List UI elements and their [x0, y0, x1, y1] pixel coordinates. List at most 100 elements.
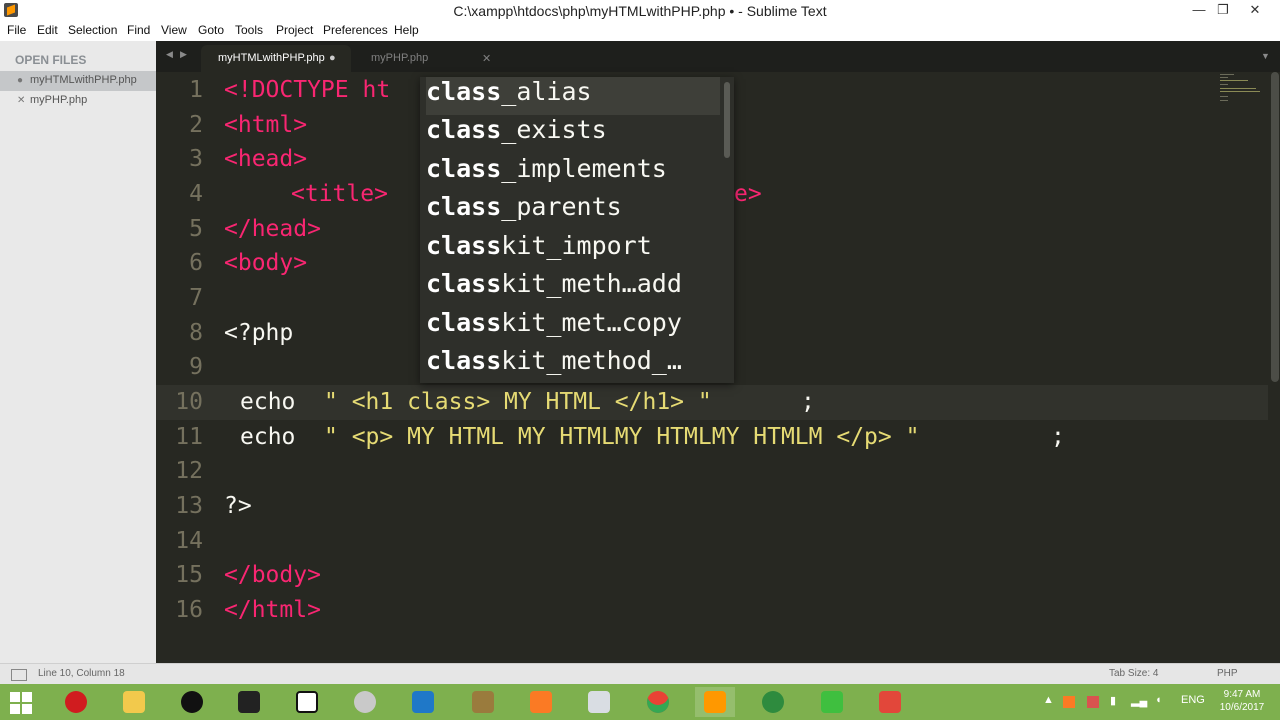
menu-view[interactable]: View [161, 23, 187, 37]
sidebar: OPEN FILES ● myHTMLwithPHP.php ✕ myPHP.p… [0, 41, 157, 663]
tab-prev-icon[interactable]: ◀ [166, 49, 173, 60]
language-indicator[interactable]: ENG [1181, 694, 1205, 706]
maximize-button[interactable]: ❐ [1208, 1, 1238, 19]
modified-dot-icon: ● [17, 75, 24, 86]
line-number: 10 [175, 389, 203, 415]
code-line-1: <!DOCTYPE ht [224, 77, 391, 103]
code-line-11-keyword: echo [240, 424, 310, 450]
xampp-tray-icon[interactable] [1063, 696, 1075, 708]
menu-selection[interactable]: Selection [68, 23, 117, 37]
github-icon[interactable] [172, 687, 212, 717]
autocomplete-scrollbar[interactable] [724, 82, 730, 158]
sidebar-item-myhtmlwithphp[interactable]: ● myHTMLwithPHP.php [0, 71, 156, 91]
outlook-icon[interactable] [403, 687, 443, 717]
tab-label: myPHP.php [371, 52, 429, 64]
open-files-header: OPEN FILES [15, 53, 87, 67]
tab-size-indicator[interactable]: Tab Size: 4 [1109, 668, 1158, 679]
line-number: 16 [175, 597, 203, 623]
code-line-4-end: e> [734, 181, 762, 207]
line-number: 14 [175, 528, 203, 554]
tab-dropdown-icon[interactable]: ▼ [1261, 51, 1270, 61]
internet-download-icon[interactable] [753, 687, 793, 717]
line-number-gutter: 1 2 3 4 5 6 7 8 9 10 11 12 13 14 15 16 [156, 72, 216, 663]
line-number: 8 [189, 320, 203, 346]
code-line-5: </head> [224, 216, 321, 242]
autocomplete-item[interactable]: classkit_method_… [426, 346, 720, 384]
autocomplete-item[interactable]: classkit_met…copy [426, 308, 720, 346]
clock-time: 9:47 AM [1223, 689, 1261, 700]
opera-icon[interactable] [56, 687, 96, 717]
minimap-line [1220, 91, 1260, 92]
windows-start-icon[interactable] [10, 692, 32, 714]
camtasia-icon[interactable] [812, 687, 852, 717]
sidebar-item-label: myHTMLwithPHP.php [30, 74, 137, 86]
menu-find[interactable]: Find [127, 23, 150, 37]
vertical-scrollbar[interactable] [1271, 72, 1279, 382]
brackets-icon[interactable] [870, 687, 910, 717]
code-line-6: <body> [224, 250, 308, 276]
panel-toggle-icon[interactable] [11, 669, 27, 681]
xampp-icon[interactable] [521, 687, 561, 717]
line-number: 6 [189, 250, 203, 276]
menu-preferences[interactable]: Preferences [323, 23, 388, 37]
code-line-15: </body> [224, 562, 321, 588]
tray-expand-icon[interactable]: ▲ [1043, 694, 1054, 706]
menu-help[interactable]: Help [394, 23, 419, 37]
archive-icon[interactable] [463, 687, 503, 717]
code-line-2: <html> [224, 112, 308, 138]
syntax-indicator[interactable]: PHP [1217, 668, 1238, 679]
media-icon[interactable] [579, 687, 619, 717]
minimap-line [1220, 84, 1228, 85]
line-number: 11 [175, 424, 203, 450]
network-icon[interactable]: ▮ [1110, 694, 1116, 707]
tab-close-icon[interactable]: ✕ [482, 52, 491, 65]
close-button[interactable]: ✕ [1240, 1, 1270, 19]
cursor-position: Line 10, Column 18 [38, 668, 125, 679]
autocomplete-item[interactable]: class_alias [426, 77, 720, 115]
autocomplete-item[interactable]: class_implements [426, 154, 720, 192]
menu-file[interactable]: File [7, 23, 26, 37]
minimap[interactable] [1218, 72, 1268, 663]
line-number: 7 [189, 285, 203, 311]
intellij-icon[interactable] [229, 687, 269, 717]
autocomplete-item[interactable]: classkit_meth…add [426, 269, 720, 307]
autocomplete-item[interactable]: class_parents [426, 192, 720, 230]
line-number: 4 [189, 181, 203, 207]
code-line-10-semicolon: ; [801, 389, 815, 415]
close-file-icon[interactable]: ✕ [17, 95, 25, 106]
jetbrains-icon[interactable] [287, 687, 327, 717]
sidebar-item-myphp[interactable]: ✕ myPHP.php [0, 91, 156, 111]
autocomplete-item[interactable]: class_exists [426, 115, 720, 153]
signal-icon[interactable]: ▂▄ [1131, 694, 1147, 707]
code-line-10-string: " <h1 class> MY HTML </h1> " [324, 389, 712, 415]
menu-tools[interactable]: Tools [235, 23, 263, 37]
modified-dot-icon[interactable]: ● [329, 52, 336, 64]
tab-myhtmlwithphp[interactable]: myHTMLwithPHP.php ● [201, 45, 351, 72]
menu-project[interactable]: Project [276, 23, 313, 37]
autocomplete-item[interactable]: classkit_import [426, 231, 720, 269]
file-explorer-icon[interactable] [114, 687, 154, 717]
tab-label: myHTMLwithPHP.php [218, 52, 325, 64]
line-number: 12 [175, 458, 203, 484]
chrome-icon[interactable] [638, 687, 678, 717]
title-bar: C:\xampp\htdocs\php\myHTMLwithPHP.php • … [0, 0, 1280, 22]
menu-goto[interactable]: Goto [198, 23, 224, 37]
code-line-11-string: " <p> MY HTML MY HTMLMY HTMLMY HTMLM </p… [324, 424, 920, 450]
volume-icon[interactable]: ◖ [1155, 694, 1162, 706]
system-clock[interactable]: 9:47 AM 10/6/2017 [1212, 688, 1272, 714]
menu-edit[interactable]: Edit [37, 23, 58, 37]
line-number: 1 [189, 77, 203, 103]
code-line-16: </html> [224, 597, 321, 623]
tab-next-icon[interactable]: ▶ [180, 49, 187, 60]
code-line-13: ?> [224, 493, 252, 519]
paint-icon[interactable] [345, 687, 385, 717]
sidebar-item-label: myPHP.php [30, 94, 88, 106]
line-number: 2 [189, 112, 203, 138]
minimap-line [1220, 88, 1256, 89]
tray-app-icon[interactable] [1087, 696, 1099, 708]
minimap-line [1220, 96, 1228, 97]
sublime-icon[interactable] [695, 687, 735, 717]
tab-myphp[interactable]: myPHP.php ✕ [356, 45, 501, 72]
minimap-line [1220, 80, 1248, 81]
code-line-4-start: <title> [291, 181, 388, 207]
